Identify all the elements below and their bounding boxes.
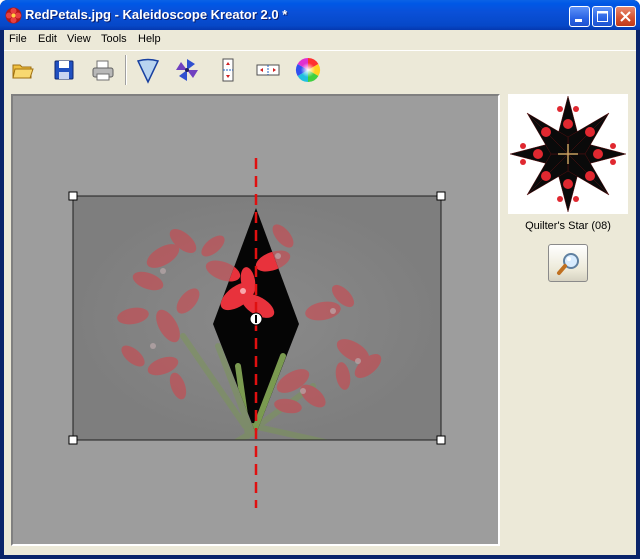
minimize-icon — [575, 19, 582, 22]
title-bar[interactable]: RedPetals.jpg - Kaleidoscope Kreator 2.0… — [0, 0, 640, 30]
pinwheel-button[interactable] — [173, 56, 201, 84]
app-window: RedPetals.jpg - Kaleidoscope Kreator 2.0… — [0, 0, 640, 559]
color-adjust-button[interactable] — [294, 56, 322, 84]
close-icon — [620, 11, 631, 22]
color-wheel-icon — [295, 57, 321, 82]
canvas-drawing[interactable] — [13, 96, 498, 544]
vertical-mirror-button[interactable] — [214, 56, 242, 84]
menu-edit[interactable]: Edit — [38, 33, 57, 45]
flower-app-icon — [5, 7, 22, 24]
menu-view[interactable]: View — [67, 33, 91, 45]
open-button[interactable] — [9, 56, 37, 84]
segment-shape-button[interactable] — [134, 56, 162, 84]
preview-panel: Quilter's Star (08) — [508, 94, 628, 294]
resize-handle-top-right[interactable] — [436, 191, 446, 201]
save-disk-icon — [54, 60, 74, 80]
vertical-mirror-icon — [222, 58, 234, 82]
horizontal-mirror-button[interactable] — [254, 56, 282, 84]
preview-caption: Quilter's Star (08) — [525, 220, 611, 232]
menu-file[interactable]: File — [9, 33, 27, 45]
toolbar-separator — [125, 55, 127, 85]
magnifier-icon — [557, 253, 579, 275]
print-button[interactable] — [89, 56, 117, 84]
close-button[interactable] — [615, 6, 636, 27]
minimize-button[interactable] — [569, 6, 590, 27]
menu-help[interactable]: Help — [138, 33, 161, 45]
status-bar — [4, 549, 636, 555]
kaleidoscope-preview — [508, 94, 628, 214]
resize-handle-bottom-left[interactable] — [68, 435, 78, 445]
quilters-star-preview — [509, 95, 627, 213]
window-title: RedPetals.jpg - Kaleidoscope Kreator 2.0… — [25, 7, 288, 22]
menu-tools[interactable]: Tools — [101, 33, 127, 45]
pinwheel-icon — [176, 59, 198, 81]
cone-segment-icon — [136, 58, 160, 84]
image-canvas[interactable] — [11, 94, 500, 546]
print-icon — [92, 60, 114, 81]
resize-handle-top-left[interactable] — [68, 191, 78, 201]
toolbar — [4, 50, 636, 91]
zoom-button[interactable] — [548, 244, 588, 282]
save-button[interactable] — [50, 56, 78, 84]
center-pivot-icon[interactable] — [249, 312, 263, 326]
open-folder-icon — [12, 64, 34, 79]
menu-bar: File Edit View Tools Help — [4, 30, 636, 49]
client-area: File Edit View Tools Help Quilter's Star… — [4, 30, 636, 555]
maximize-button[interactable] — [592, 6, 613, 27]
maximize-icon — [597, 11, 608, 22]
resize-handle-bottom-right[interactable] — [436, 435, 446, 445]
horizontal-mirror-icon — [256, 64, 280, 76]
